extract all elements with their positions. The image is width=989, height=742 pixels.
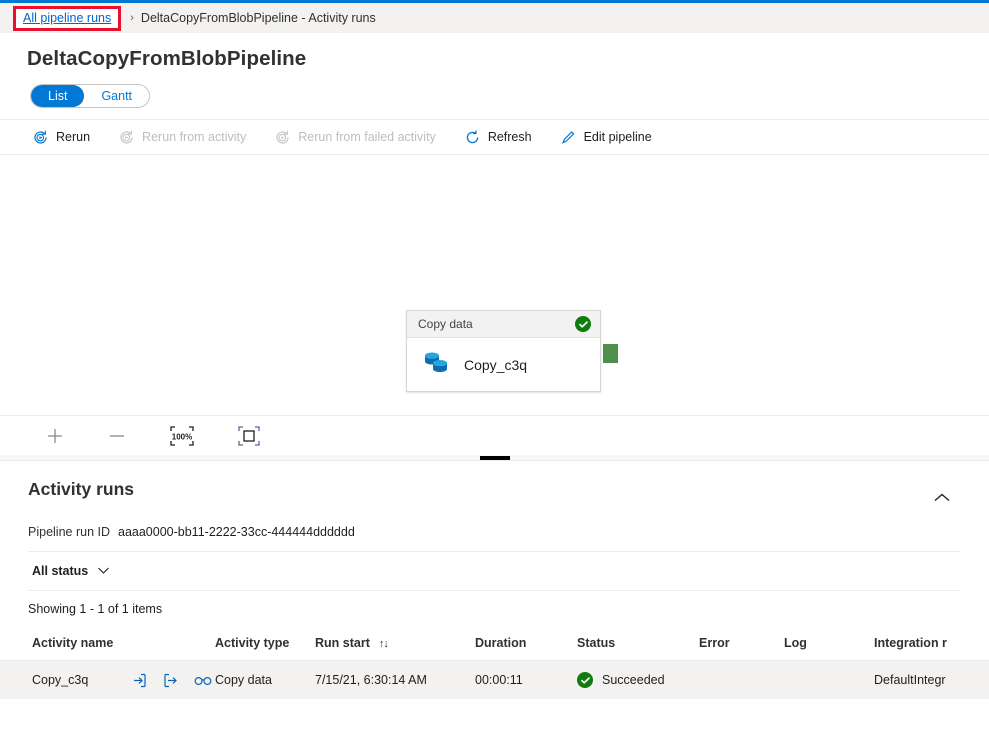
column-header-error[interactable]: Error: [699, 630, 784, 661]
rerun-from-failed-activity-button: Rerun from failed activity: [274, 129, 450, 146]
view-toggle-row: List Gantt: [0, 71, 989, 108]
table-header-row: Activity name Activity type Run start ↑↓ …: [0, 630, 989, 661]
pencil-icon: [560, 129, 577, 146]
canvas-zoom-toolbar: 100%: [0, 415, 989, 455]
output-icon[interactable]: [163, 673, 178, 688]
pipeline-run-id-row: Pipeline run ID aaaa0000-bb11-2222-33cc-…: [0, 515, 989, 539]
collapse-panel-chevron-up-icon[interactable]: [927, 485, 957, 515]
edit-pipeline-button[interactable]: Edit pipeline: [560, 129, 666, 146]
column-header-run-start[interactable]: Run start ↑↓: [315, 630, 475, 661]
cell-integration-runtime: DefaultIntegr: [874, 673, 946, 687]
activity-node-header: Copy data: [407, 311, 600, 338]
view-toggle: List Gantt: [30, 84, 151, 108]
page-title: DeltaCopyFromBlobPipeline: [27, 47, 307, 70]
cell-run-start: 7/15/21, 6:30:14 AM: [315, 673, 427, 687]
refresh-button[interactable]: Refresh: [464, 129, 546, 146]
activity-runs-panel: Activity runs Pipeline run ID aaaa0000-b…: [0, 461, 989, 699]
activity-node-name: Copy_c3q: [464, 356, 528, 373]
status-badge: Succeeded: [602, 673, 665, 687]
breadcrumb-all-pipeline-runs-link[interactable]: All pipeline runs: [23, 11, 111, 25]
cell-log: [784, 661, 874, 700]
rerun-button[interactable]: Rerun: [32, 129, 104, 146]
sort-indicator-icon: ↑↓: [378, 638, 389, 650]
column-header-run-start-label: Run start: [315, 636, 370, 650]
cell-activity-name: Copy_c3q: [0, 661, 215, 700]
tab-list[interactable]: List: [31, 85, 85, 107]
rerun-from-failed-activity-icon: [274, 129, 291, 146]
status-filter-dropdown[interactable]: All status: [28, 561, 114, 581]
details-glasses-icon[interactable]: [194, 674, 212, 687]
chevron-down-icon: [97, 564, 110, 578]
cell-status: Succeeded: [577, 661, 699, 700]
breadcrumb: All pipeline runs › DeltaCopyFromBlobPip…: [0, 3, 989, 33]
column-header-status[interactable]: Status: [577, 630, 699, 661]
activity-runs-header: Activity runs: [0, 461, 989, 515]
zoom-in-icon[interactable]: [44, 425, 66, 447]
status-success-icon: [577, 672, 593, 688]
refresh-icon: [464, 129, 481, 146]
pipeline-canvas[interactable]: Copy data Copy_c3q 100%: [0, 155, 989, 455]
zoom-out-icon[interactable]: [106, 425, 128, 447]
edit-pipeline-label: Edit pipeline: [583, 130, 652, 144]
activity-node-body: Copy_c3q: [407, 338, 600, 391]
input-icon[interactable]: [132, 673, 147, 688]
column-header-activity-name[interactable]: Activity name: [0, 630, 215, 661]
breadcrumb-separator-icon: ›: [130, 12, 134, 24]
cell-duration: 00:00:11: [475, 673, 523, 687]
column-header-integration-runtime[interactable]: Integration r: [874, 630, 989, 661]
rerun-from-failed-activity-label: Rerun from failed activity: [298, 130, 436, 144]
status-filter-label: All status: [32, 564, 89, 578]
breadcrumb-highlight-box: All pipeline runs: [13, 5, 122, 31]
success-check-icon: [575, 316, 591, 332]
table-row[interactable]: Copy_c3q Copy data 7/15/21, 6:30:14 AM 0…: [0, 660, 989, 700]
rerun-from-activity-icon: [118, 129, 135, 146]
copy-data-icon: [421, 348, 451, 381]
rerun-icon: [32, 129, 49, 146]
column-header-log[interactable]: Log: [784, 630, 874, 661]
panel-splitter[interactable]: [0, 455, 989, 461]
pipeline-run-id-value: aaaa0000-bb11-2222-33cc-444444dddddd: [118, 525, 355, 539]
activity-name-text: Copy_c3q: [32, 673, 89, 687]
zoom-reset-100-icon[interactable]: 100%: [168, 425, 196, 447]
activity-node-type: Copy data: [418, 317, 473, 331]
filter-row: All status: [28, 551, 961, 581]
column-header-activity-type[interactable]: Activity type: [215, 630, 315, 661]
activity-runs-table: Activity name Activity type Run start ↑↓ …: [0, 630, 989, 699]
rerun-from-activity-button: Rerun from activity: [118, 129, 260, 146]
row-action-icons: [132, 673, 212, 688]
column-header-duration[interactable]: Duration: [475, 630, 577, 661]
breadcrumb-current: DeltaCopyFromBlobPipeline - Activity run…: [140, 11, 376, 25]
cell-activity-type: Copy data: [215, 673, 272, 687]
pipeline-run-id-label: Pipeline run ID: [28, 525, 110, 539]
node-output-connector[interactable]: [603, 344, 618, 363]
activity-runs-title: Activity runs: [28, 479, 134, 499]
cell-error: [699, 661, 784, 700]
svg-text:100%: 100%: [172, 432, 192, 441]
rerun-from-activity-label: Rerun from activity: [142, 130, 247, 144]
tab-gantt[interactable]: Gantt: [84, 85, 149, 107]
rerun-label: Rerun: [56, 130, 91, 144]
refresh-label: Refresh: [487, 130, 532, 144]
activity-node-copy-c3q[interactable]: Copy data Copy_c3q: [406, 310, 601, 392]
command-bar: Rerun Rerun from activity Rerun from fai…: [0, 119, 989, 155]
splitter-drag-handle[interactable]: [479, 455, 510, 460]
fit-to-screen-icon[interactable]: [236, 425, 262, 447]
showing-count: Showing 1 - 1 of 1 items: [28, 590, 961, 616]
